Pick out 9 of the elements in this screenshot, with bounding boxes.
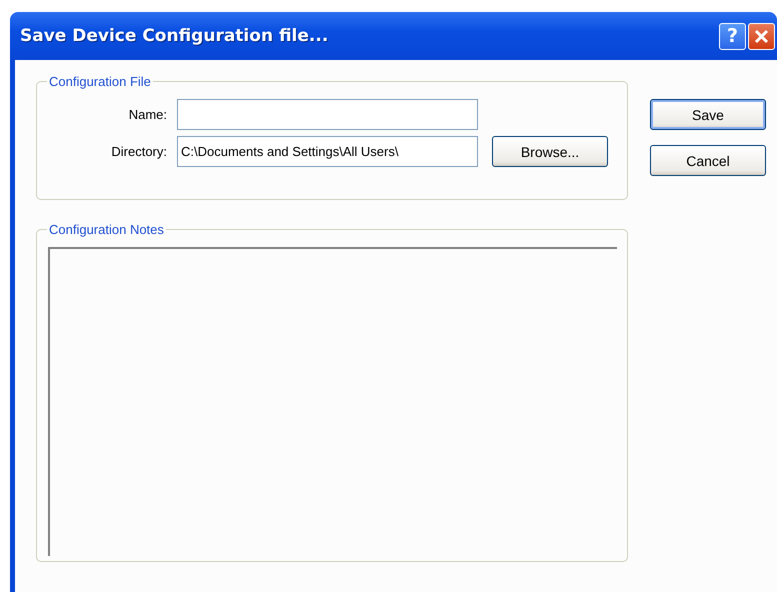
browse-button[interactable]: Browse... xyxy=(492,136,608,167)
directory-label: Directory: xyxy=(110,144,168,159)
window-title: Save Device Configuration file... xyxy=(20,26,330,46)
group-title: Configuration Notes xyxy=(48,222,165,237)
name-label: Name: xyxy=(128,107,168,122)
cancel-button[interactable]: Cancel xyxy=(650,145,766,176)
save-button[interactable]: Save xyxy=(650,99,766,130)
directory-field[interactable]: C:\Documents and Settings\All Users\ xyxy=(177,136,478,167)
group-title: Configuration File xyxy=(48,74,152,89)
